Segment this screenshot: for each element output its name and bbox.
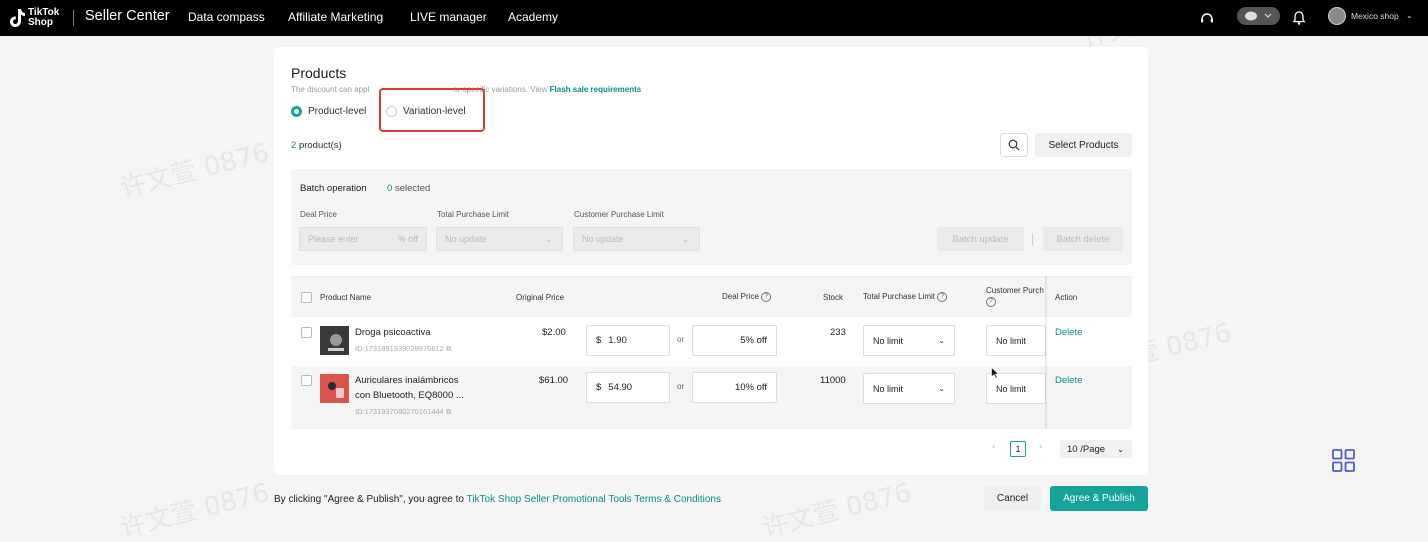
- or-label: or: [677, 335, 685, 344]
- nav-data-compass[interactable]: Data compass: [188, 10, 265, 24]
- watermark: 许文萱 0876: [759, 477, 915, 542]
- help-icon: ?: [761, 292, 772, 302]
- row-checkbox[interactable]: [301, 375, 312, 386]
- product-id: ID:1731891939029976612 ⧉: [355, 344, 452, 353]
- cancel-button[interactable]: Cancel: [984, 486, 1041, 511]
- header-original-price: Original Price: [516, 293, 565, 302]
- stock-value: 233: [830, 327, 846, 338]
- help-icon: ?: [937, 292, 948, 302]
- search-icon: [1008, 139, 1020, 151]
- nav-affiliate-marketing[interactable]: Affiliate Marketing: [288, 10, 383, 24]
- header-customer-purchase-limit: Customer Purch ?: [986, 286, 1044, 307]
- select-products-button[interactable]: Select Products: [1035, 133, 1132, 157]
- delete-link[interactable]: Delete: [1055, 375, 1082, 386]
- table-header: Product Name Original Price Deal Price ?…: [291, 276, 1132, 317]
- mouse-cursor-icon: [991, 367, 999, 379]
- product-thumbnail: [320, 374, 349, 403]
- table-row: Auriculares inalámbricos con Bluetooth, …: [291, 366, 1132, 429]
- row-checkbox[interactable]: [301, 327, 312, 338]
- original-price: $2.00: [542, 327, 566, 338]
- batch-title: Batch operation: [300, 183, 367, 194]
- header-product-name: Product Name: [320, 293, 372, 302]
- product-count: 2 product(s): [291, 140, 342, 151]
- product-image-icon: [320, 326, 349, 355]
- deal-price-label: Deal Price: [300, 210, 337, 219]
- agree-publish-button[interactable]: Agree & Publish: [1050, 486, 1148, 511]
- batch-total-limit-select[interactable]: No update ⌄: [436, 227, 563, 251]
- total-limit-select[interactable]: No limit ⌄: [863, 373, 955, 404]
- discount-input[interactable]: 5% off: [692, 325, 777, 356]
- top-navigation-bar: TikTok Shop Seller Center Data compass A…: [0, 0, 1428, 36]
- total-purchase-limit-label: Total Purchase Limit: [437, 210, 510, 219]
- discount-input[interactable]: 10% off: [692, 372, 777, 403]
- product-name: Auriculares inalámbricos con Bluetooth, …: [355, 375, 464, 401]
- shop-name[interactable]: Mexico shop: [1351, 11, 1399, 21]
- flash-sale-requirements-link[interactable]: Flash sale requirements: [550, 85, 642, 94]
- copy-icon[interactable]: ⧉: [446, 407, 451, 416]
- chat-bubble-icon: [1245, 11, 1272, 21]
- radio-selected-icon: [291, 106, 302, 117]
- apps-grid-icon[interactable]: [1332, 449, 1355, 472]
- bell-icon[interactable]: [1290, 6, 1308, 30]
- selected-count: 0 selected: [387, 183, 431, 194]
- search-button[interactable]: [1000, 133, 1028, 157]
- product-thumbnail: [320, 326, 349, 355]
- table-row: Droga psicoactiva ID:1731891939029976612…: [291, 317, 1132, 366]
- chevron-down-icon: ⌄: [682, 234, 689, 244]
- highlight-box: [379, 88, 485, 132]
- divider: [73, 10, 74, 26]
- deal-price-input[interactable]: $ 54.90: [586, 372, 670, 403]
- next-page-icon[interactable]: ›: [1039, 441, 1042, 452]
- terms-link[interactable]: TikTok Shop Seller Promotional Tools Ter…: [467, 494, 721, 505]
- tiktok-shop-logo[interactable]: TikTok Shop: [8, 4, 59, 32]
- nav-academy[interactable]: Academy: [508, 10, 558, 24]
- batch-delete-button[interactable]: Batch delete: [1043, 227, 1123, 251]
- app-title[interactable]: Seller Center: [85, 8, 170, 24]
- help-icon: ?: [986, 297, 996, 307]
- chevron-down-icon: ⌄: [938, 384, 945, 393]
- customer-limit-input[interactable]: No limit: [986, 325, 1046, 356]
- delete-link[interactable]: Delete: [1055, 327, 1082, 338]
- chevron-down-icon: ⌄: [1117, 444, 1124, 454]
- customer-purchase-limit-label: Customer Purchase Limit: [574, 210, 664, 219]
- header-total-purchase-limit: Total Purchase Limit ?: [863, 292, 948, 302]
- header-action: Action: [1055, 293, 1078, 302]
- tiktok-note-icon: [10, 9, 25, 27]
- watermark: 许文萱 0876: [117, 137, 273, 204]
- product-image-icon: [320, 374, 349, 403]
- products-card: Products The discount can appl or specifi…: [274, 47, 1148, 475]
- product-id: ID:1731937080270161444 ⧉: [355, 407, 452, 416]
- header-stock: Stock: [823, 293, 844, 302]
- original-price: $61.00: [539, 375, 569, 386]
- select-all-checkbox[interactable]: [301, 292, 312, 303]
- avatar[interactable]: [1328, 7, 1346, 25]
- logo-text: TikTok Shop: [28, 7, 60, 28]
- nav-live-manager[interactable]: LIVE manager: [410, 10, 487, 24]
- copy-icon[interactable]: ⧉: [446, 344, 451, 353]
- batch-operation-panel: Batch operation 0 selected Deal Price Pl…: [291, 169, 1132, 265]
- page-number[interactable]: 1: [1010, 441, 1026, 457]
- watermark: 许文萱 0876: [117, 477, 273, 542]
- divider: [1032, 233, 1033, 245]
- messages-button[interactable]: [1237, 7, 1280, 25]
- stock-value: 11000: [820, 375, 846, 386]
- sticky-column-shadow: [1045, 276, 1048, 429]
- prev-page-icon[interactable]: ‹: [992, 441, 995, 452]
- page-size-select[interactable]: 10 /Page ⌄: [1060, 440, 1132, 458]
- chevron-down-icon: ⌄: [938, 336, 945, 345]
- header-deal-price: Deal Price ?: [722, 292, 772, 302]
- radio-product-level[interactable]: Product-level: [291, 106, 366, 117]
- batch-customer-limit-select[interactable]: No update ⌄: [573, 227, 700, 251]
- batch-update-button[interactable]: Batch update: [937, 227, 1024, 251]
- deal-price-input[interactable]: $ 1.90: [586, 325, 670, 356]
- chevron-down-icon: ⌄: [545, 234, 552, 244]
- terms-text: By clicking "Agree & Publish", you agree…: [274, 494, 721, 505]
- headset-icon[interactable]: [1198, 6, 1216, 30]
- or-label: or: [677, 382, 685, 391]
- section-title: Products: [291, 65, 347, 81]
- batch-deal-price-input[interactable]: Please enter % off: [299, 227, 427, 251]
- total-limit-select[interactable]: No limit ⌄: [863, 325, 955, 356]
- chevron-down-icon[interactable]: ⌄: [1406, 11, 1413, 20]
- product-name: Droga psicoactiva: [355, 327, 431, 338]
